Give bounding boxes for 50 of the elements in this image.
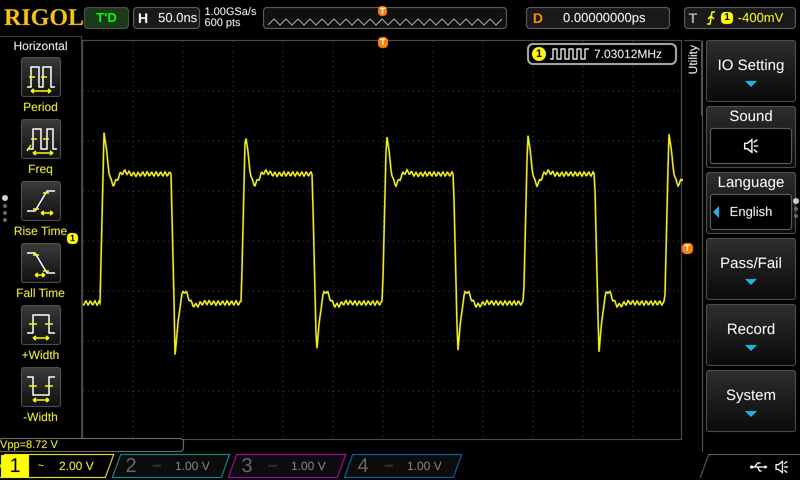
rising-edge-icon xyxy=(706,11,716,25)
measurement-button[interactable]: Period xyxy=(20,57,60,117)
run-status: T'D xyxy=(84,7,130,29)
menu-title: Utility xyxy=(684,45,700,74)
dropdown-arrow-icon xyxy=(745,345,757,352)
channel-offset-marker: 1 xyxy=(67,233,78,244)
frequency-value: 7.03012MHz xyxy=(594,46,662,63)
trigger-level: -400mV xyxy=(738,9,784,28)
trigger-box[interactable]: T 1 -400mV xyxy=(684,7,796,29)
timebase-label: H xyxy=(137,8,150,28)
measurement-result: Vpp=8.72 V xyxy=(0,438,184,452)
trigger-channel: 1 xyxy=(721,12,733,24)
channel-tab[interactable]: 1 ~ 2.00 V xyxy=(0,454,114,478)
language-select[interactable]: English xyxy=(710,194,792,230)
menu-button[interactable]: Record xyxy=(706,304,796,366)
delay-value: 0.00000000ps xyxy=(562,9,646,28)
menu-button[interactable]: System xyxy=(706,370,796,432)
channel-tab[interactable]: 3 ⎓ 1.00 V xyxy=(228,454,346,478)
trigger-level-marker: T xyxy=(682,243,693,254)
timebase-value: 50.0ns xyxy=(157,9,198,28)
speaker-icon xyxy=(774,458,790,474)
dropdown-arrow-icon xyxy=(745,411,757,418)
sound-button[interactable] xyxy=(710,128,792,164)
left-arrow-icon xyxy=(713,206,719,218)
menu-title: Horizontal xyxy=(13,39,68,53)
menu-label: Language xyxy=(718,174,784,192)
trigger-position-marker: T xyxy=(378,37,388,48)
delay-box[interactable]: D 0.00000000ps xyxy=(526,7,670,29)
measurement-button[interactable]: Freq xyxy=(20,119,60,179)
measurement-button[interactable]: Rise Time xyxy=(14,181,68,241)
speaker-icon xyxy=(742,137,760,155)
menu-button[interactable]: IO Setting xyxy=(706,40,796,102)
memory-depth: 600 pts xyxy=(204,18,242,29)
measurement-button[interactable]: +Width xyxy=(20,305,60,365)
delay-label: D xyxy=(532,8,544,28)
dropdown-arrow-icon xyxy=(745,279,757,286)
timebase-box[interactable]: H 50.0ns xyxy=(133,7,200,29)
measurement-button[interactable]: Fall Time xyxy=(16,243,65,303)
measurement-button[interactable]: -Width xyxy=(20,367,60,427)
trigger-label: T xyxy=(688,8,698,28)
sample-rate: 1.00GSa/s xyxy=(204,7,258,18)
menu-button[interactable]: Pass/Fail xyxy=(706,238,796,300)
channel-badge: 1 xyxy=(532,47,546,61)
square-wave-icon xyxy=(550,48,590,60)
channel-tab[interactable]: 4 ⎓ 1.00 V xyxy=(344,454,462,478)
menu-label: Sound xyxy=(729,108,773,126)
usb-icon xyxy=(750,460,768,472)
trigger-position-marker: T xyxy=(378,6,388,16)
dropdown-arrow-icon xyxy=(745,81,757,88)
channel-tab[interactable]: 2 ⎓ 1.00 V xyxy=(112,454,230,478)
